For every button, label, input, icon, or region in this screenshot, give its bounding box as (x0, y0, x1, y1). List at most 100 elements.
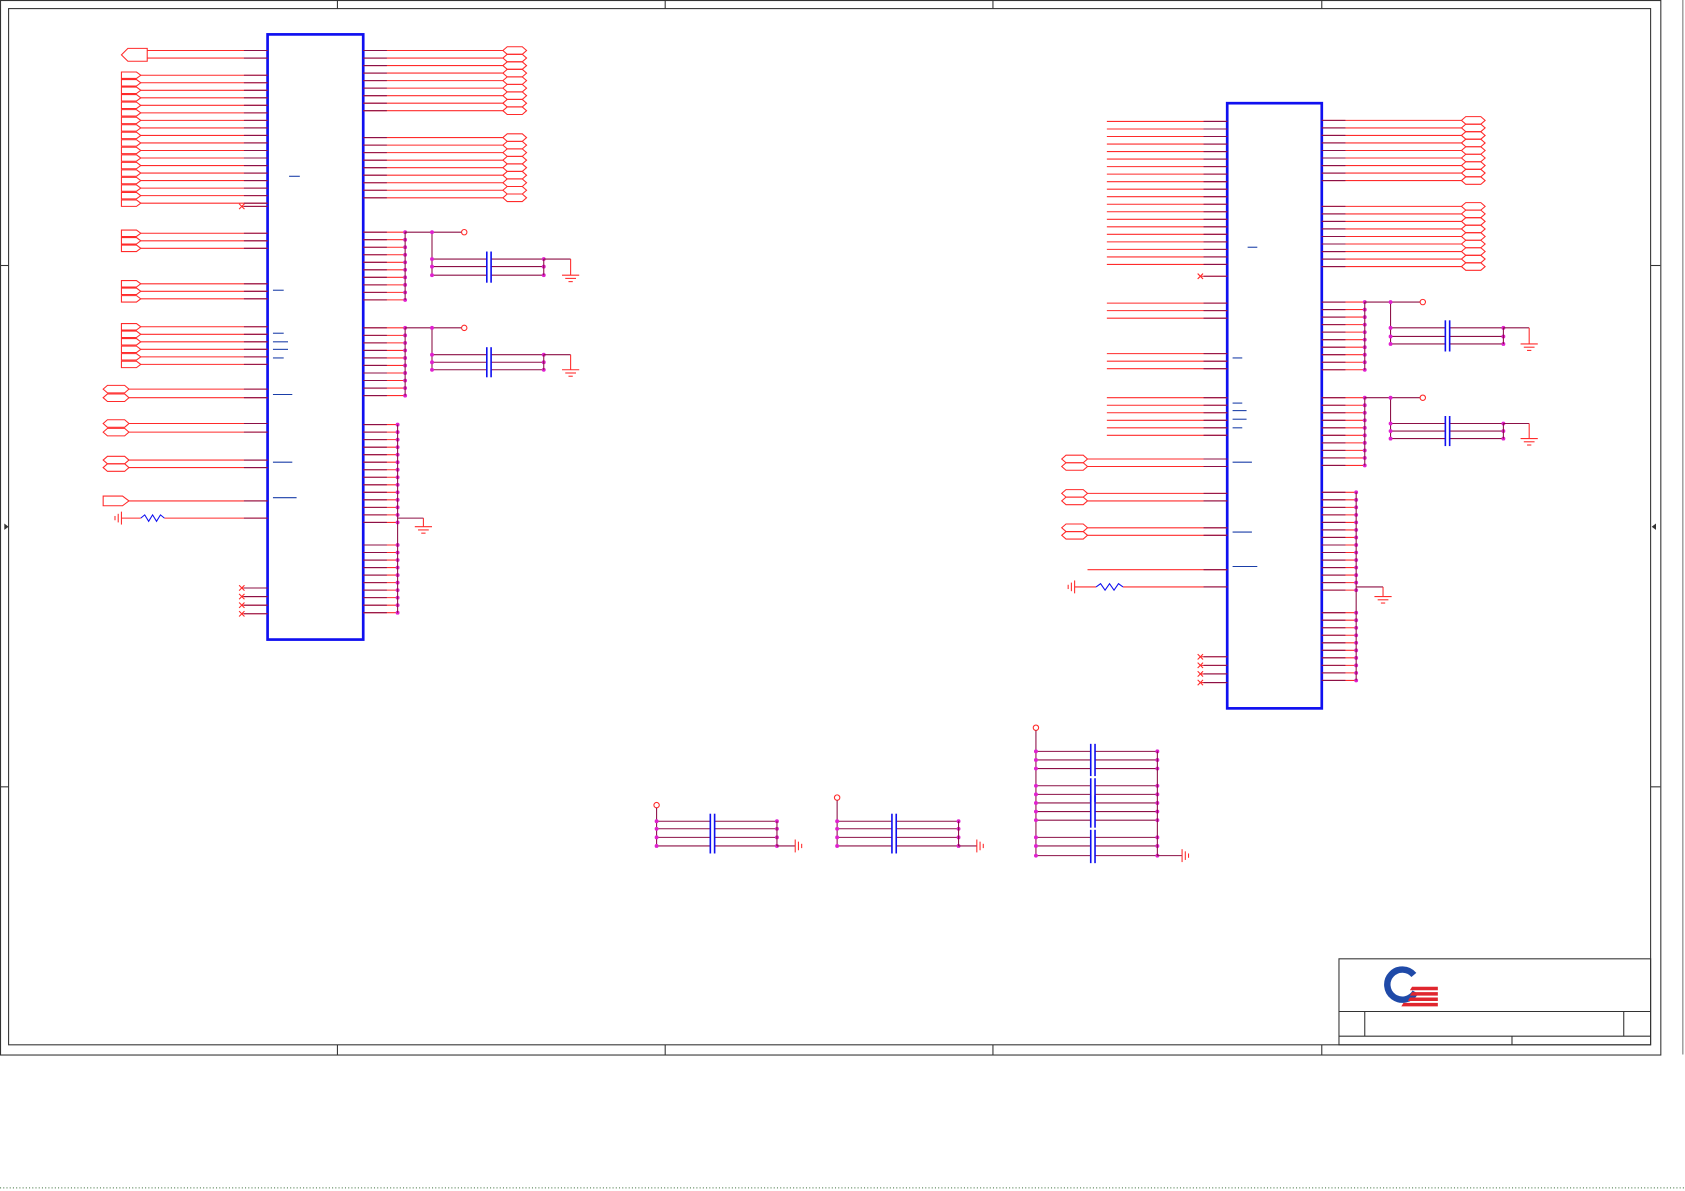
bidirectional-port-connector (1460, 202, 1486, 211)
power-port-icon (461, 228, 468, 236)
bidirectional-port-connector (502, 178, 528, 188)
ground-icon (414, 526, 432, 534)
bidirectional-port-connector (1460, 168, 1486, 178)
input-port-connector (120, 287, 142, 296)
bidirectional-port-connector (1460, 239, 1486, 249)
bidirectional-port-connector (1460, 232, 1486, 241)
junction-dot (1033, 809, 1038, 814)
bidirectional-port-connector (502, 68, 528, 78)
input-port-connector (120, 280, 142, 288)
junction-dot (1388, 429, 1393, 433)
logo-stripe (1409, 986, 1438, 991)
ground-icon (794, 839, 803, 853)
power-port-icon (1032, 724, 1040, 731)
bidirectional-port-connector (502, 148, 528, 157)
junction-dot (430, 230, 434, 235)
bidirectional-port-connector (1460, 262, 1486, 271)
bidirectional-port-connector (1460, 224, 1486, 234)
junction-dot (1388, 436, 1393, 441)
offpage-connector (120, 47, 148, 62)
junction-dot (1033, 801, 1038, 805)
ic-body (1225, 101, 1324, 710)
decoupling-capacitors (430, 347, 580, 378)
bidirectional-port-connector (502, 170, 528, 180)
input-port-connector (120, 360, 142, 369)
bidirectional-port-connector (1460, 138, 1486, 148)
schematic-sheet (0, 0, 1685, 1189)
ground-icon (562, 369, 580, 377)
junction-dot (1388, 300, 1393, 304)
junction-dot (1388, 421, 1393, 426)
input-port-connector (120, 131, 142, 140)
junction-dot (1033, 749, 1038, 754)
decoupling-group-b (833, 794, 984, 854)
junction-dot (1388, 325, 1393, 330)
input-port-connector (120, 244, 142, 253)
bidirectional-port-connector (502, 185, 528, 195)
input-port-connector (120, 330, 142, 339)
ground-icon (562, 274, 580, 283)
input-port-connector (120, 295, 142, 303)
junction-dot (1033, 844, 1038, 848)
zone-arrow-right (1651, 523, 1656, 530)
bidirectional-port-connector (502, 163, 528, 172)
input-port-connector (120, 124, 142, 132)
input-port-connector (120, 86, 142, 95)
bidirectional-port-connector (102, 419, 130, 428)
input-port-connector (120, 71, 142, 80)
input-port-connector (120, 146, 142, 155)
ground-icon (1181, 849, 1190, 863)
outer-frame (0, 0, 1662, 1056)
junction-dot (430, 257, 434, 261)
input-port-connector (120, 139, 142, 147)
power-port-icon (833, 794, 841, 801)
ground-icon (976, 839, 984, 853)
input-port-connector (120, 79, 142, 87)
input-port-connector (120, 184, 142, 192)
bidirectional-port-connector (1460, 176, 1486, 185)
input-port-connector (120, 237, 142, 245)
decoupling-group-c (1032, 724, 1190, 864)
input-port-connector (120, 229, 142, 238)
input-port-connector (120, 116, 142, 125)
bidirectional-port-connector (502, 53, 528, 63)
bidirectional-port-connector (102, 393, 130, 403)
inner-frame (8, 8, 1652, 1046)
junction-dot (654, 826, 659, 831)
power-rail-group (1321, 394, 1538, 468)
power-rail-group (363, 228, 580, 302)
junction-dot (1033, 792, 1038, 797)
bidirectional-port-connector (502, 106, 528, 116)
input-port-connector (120, 154, 142, 162)
bidirectional-port-connector (1060, 523, 1089, 533)
bidirectional-port-connector (1460, 131, 1486, 140)
junction-dot (1033, 853, 1038, 858)
bidirectional-port-connector (1460, 116, 1486, 125)
junction-dot (654, 819, 659, 824)
input-port-connector (102, 495, 130, 507)
bidirectional-port-connector (502, 76, 528, 85)
input-port-connector (120, 191, 142, 200)
junction-dot (430, 360, 434, 365)
bidirectional-port-connector (1060, 496, 1089, 506)
logo-stripe (1407, 997, 1438, 1001)
ground-icon (114, 511, 122, 525)
bidirectional-port-connector (1460, 153, 1486, 163)
junction-dot (1388, 334, 1393, 339)
bidirectional-port-connector (502, 61, 528, 70)
bidirectional-port-connector (102, 463, 130, 472)
bidirectional-port-connector (502, 91, 528, 100)
decoupling-capacitors (1388, 415, 1538, 447)
power-rail-group (363, 324, 580, 398)
bidirectional-port-connector (502, 98, 528, 108)
input-port-connector (120, 345, 142, 354)
decoupling-capacitors (430, 251, 580, 283)
resistor (1095, 582, 1124, 592)
input-port-connector (120, 94, 142, 102)
bidirectional-port-connector (1460, 123, 1486, 133)
junction-dot (1388, 395, 1393, 400)
power-rail-group (1321, 298, 1538, 372)
sheet-border (0, 0, 1685, 1189)
junction-dot (835, 835, 840, 840)
bidirectional-port-connector (1060, 531, 1089, 540)
